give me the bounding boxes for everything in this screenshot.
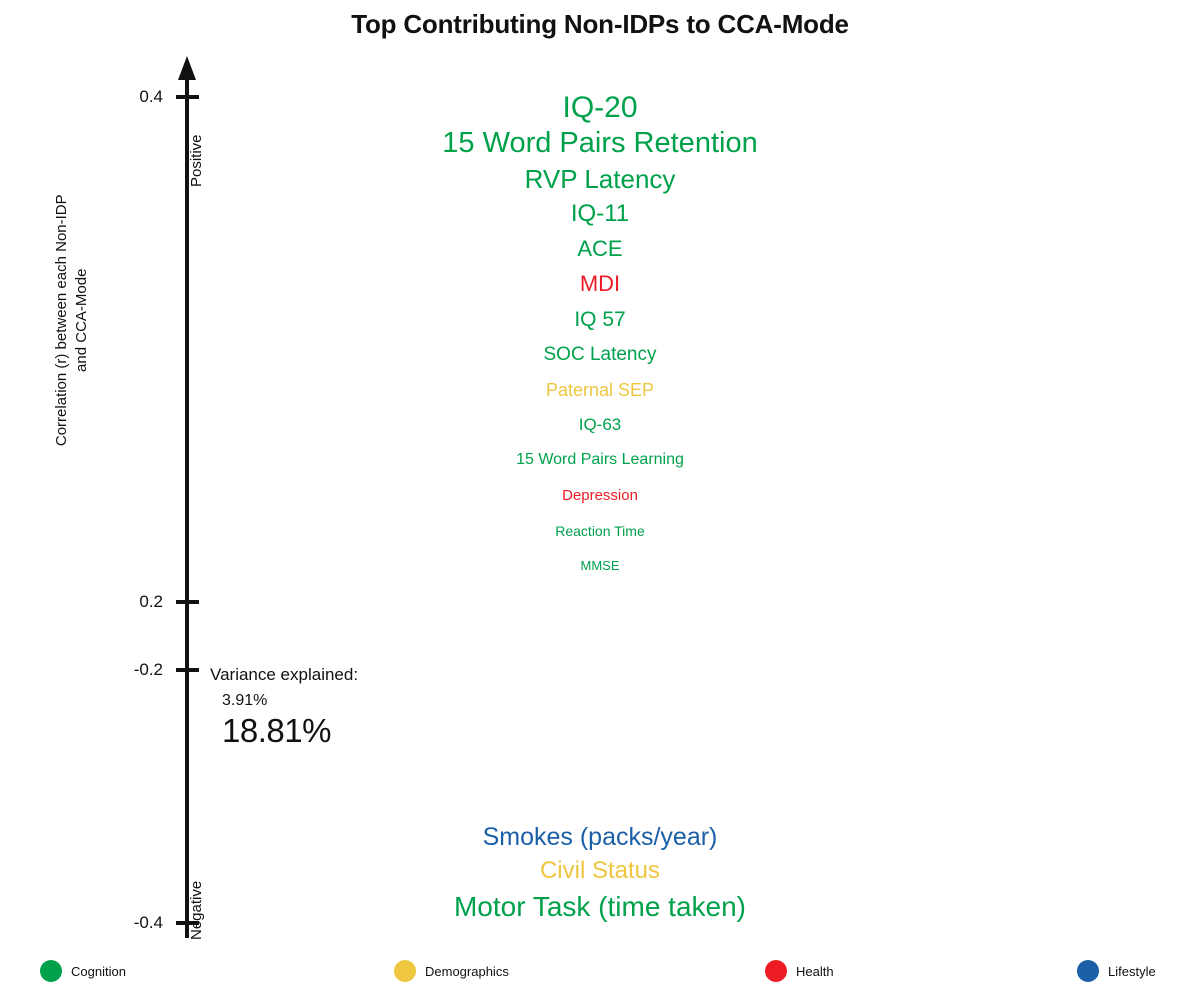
- variance-explained-block: Variance explained: 3.91% 18.81%: [210, 665, 358, 750]
- wordcloud-item: Depression: [562, 487, 638, 504]
- variance-explained-large-value: 18.81%: [222, 712, 331, 749]
- legend-item-label: Health: [796, 963, 834, 979]
- axis-caption: Correlation (r) between each Non-IDP and…: [52, 194, 90, 447]
- wordcloud-item: 15 Word Pairs Retention: [442, 127, 758, 159]
- wordcloud-item: ACE: [577, 236, 623, 261]
- wordcloud-item: IQ 57: [574, 308, 626, 331]
- wordcloud-item: SOC Latency: [543, 344, 657, 365]
- legend-swatch-icon: [1077, 960, 1099, 982]
- wordcloud-item: Smokes (packs/year): [482, 823, 718, 851]
- variance-explained-heading: Variance explained:: [210, 665, 359, 684]
- legend-swatch-icon: [765, 960, 787, 982]
- axis-tick-label-neg0.2: -0.2: [133, 660, 163, 679]
- wordcloud-item: RVP Latency: [524, 164, 676, 194]
- wordcloud-item: IQ-20: [562, 91, 638, 124]
- axis-arrow-icon: [178, 56, 196, 80]
- wordcloud-container: IQ-20 15 Word Pairs Retention RVP Latency I…: [230, 0, 970, 1000]
- legend-item-label: Lifestyle: [1108, 963, 1156, 979]
- axis-direction-positive: Positive: [188, 134, 205, 187]
- legend-item-lifestyle: Lifestyle: [1077, 960, 1156, 982]
- legend-item-demographics: Demographics: [394, 960, 509, 982]
- legend-item-health: Health: [765, 960, 834, 982]
- wordcloud-item: Paternal SEP: [545, 380, 655, 400]
- wordcloud-item: Civil Status: [539, 857, 661, 884]
- legend: Cognition Demographics Health Lifestyle: [0, 950, 1200, 1000]
- axis-tick-label-0.2: 0.2: [139, 592, 163, 611]
- axis-direction-negative: Negative: [188, 880, 205, 940]
- wordcloud-item: MDI: [579, 271, 621, 296]
- axis-tick-label-0.4: 0.4: [139, 87, 163, 106]
- wordcloud-item: Motor Task (time taken): [453, 891, 747, 922]
- wordcloud-item: IQ-11: [570, 200, 630, 227]
- wordcloud-item: MMSE: [580, 558, 620, 573]
- wordcloud-item: Reaction Time: [555, 523, 645, 539]
- legend-swatch-icon: [394, 960, 416, 982]
- legend-item-cognition: Cognition: [40, 960, 126, 982]
- wordcloud-item: 15 Word Pairs Learning: [516, 451, 684, 468]
- legend-swatch-icon: [40, 960, 62, 982]
- legend-item-label: Cognition: [71, 963, 126, 979]
- variance-explained-small-value: 3.91%: [222, 692, 268, 709]
- axis-tick-label-neg0.4: -0.4: [133, 913, 163, 932]
- wordcloud-item: IQ-63: [578, 415, 622, 434]
- legend-item-label: Demographics: [425, 963, 509, 979]
- cca-mode-wordcloud-figure: { "title": "Top Contributing Non-IDPs to…: [0, 0, 1200, 1000]
